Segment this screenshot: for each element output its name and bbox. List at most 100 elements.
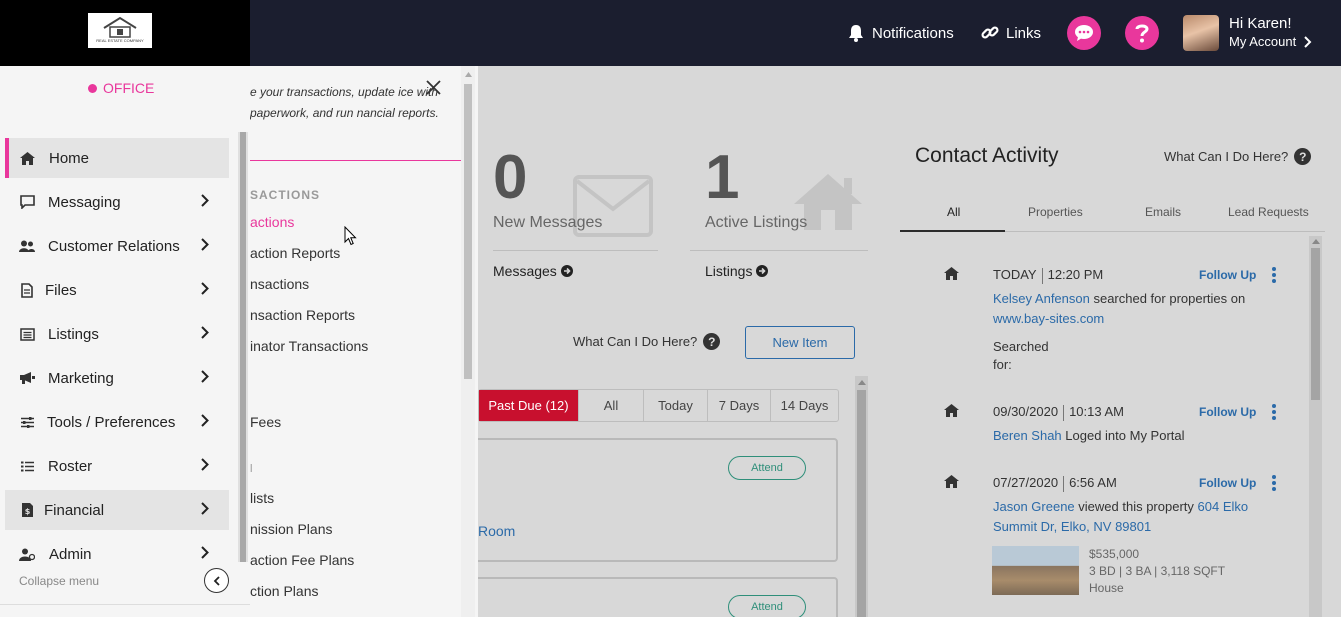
sidebar-item-tools-preferences[interactable]: Tools / Preferences [5, 402, 229, 442]
links-link[interactable]: Links [980, 23, 1041, 43]
logo-text: REAL ESTATE COMPANY [96, 38, 144, 43]
flyout-item-office-transaction-reports[interactable]: nsaction Reports [250, 307, 355, 323]
task-room-link[interactable]: Room [478, 523, 515, 539]
more-options-icon[interactable] [1270, 475, 1278, 493]
sidebar-item-home[interactable]: Home [5, 138, 229, 178]
company-logo[interactable]: REAL ESTATE COMPANY [88, 13, 152, 48]
chevron-right-icon [201, 502, 209, 515]
follow-up-link[interactable]: Follow Up [1199, 268, 1256, 282]
flyout-item-commission-plans[interactable]: nission Plans [250, 521, 333, 537]
question-circle-icon: ? [1294, 148, 1312, 165]
chevron-right-icon [1304, 36, 1312, 48]
sidebar-item-customer-relations[interactable]: Customer Relations [5, 226, 229, 266]
property-type: House [1089, 581, 1124, 595]
account-menu[interactable]: Hi Karen! My Account [1183, 0, 1312, 66]
bell-icon [849, 25, 863, 42]
user-avatar [1183, 15, 1219, 51]
chat-button[interactable] [1067, 16, 1101, 50]
messages-count: 0 [493, 143, 528, 212]
chevron-right-icon [201, 546, 209, 559]
contact-help-link[interactable]: What Can I Do Here? ? [1164, 148, 1312, 165]
scroll-up-arrow-icon[interactable] [465, 71, 472, 77]
filter-7-days[interactable]: 7 Days [707, 390, 770, 421]
follow-up-link[interactable]: Follow Up [1199, 405, 1256, 419]
scroll-up-arrow-icon[interactable] [858, 379, 866, 385]
flyout-item-deduction-plans[interactable]: ction Plans [250, 583, 318, 599]
tab-emails[interactable]: Emails [1145, 205, 1181, 219]
contact-name-link[interactable]: Kelsey Anfenson [993, 291, 1090, 306]
links-label: Links [1006, 24, 1042, 42]
chain-link-icon [981, 26, 999, 39]
account-text: Hi Karen! My Account [1229, 15, 1312, 51]
collapse-menu-button[interactable] [204, 568, 229, 593]
attend-button[interactable]: Attend [728, 456, 806, 480]
flyout-item-transaction-reports[interactable]: action Reports [250, 245, 340, 261]
chat-icon [19, 194, 35, 210]
chevron-right-icon [201, 194, 209, 207]
sidebar-item-listings[interactable]: Listings [5, 314, 229, 354]
sidebar-item-marketing[interactable]: Marketing [5, 358, 229, 398]
more-options-icon[interactable] [1270, 404, 1278, 422]
task-filter-bar: Past Due (12) All Today 7 Days 14 Days [478, 389, 839, 422]
admin-icon [19, 546, 35, 562]
sidebar-item-admin[interactable]: Admin [5, 534, 229, 574]
dollar-doc-icon: $ [19, 502, 35, 518]
sidebar-item-financial[interactable]: $ Financial [5, 490, 229, 530]
chevron-right-icon [201, 238, 209, 251]
new-item-button[interactable]: New Item [745, 326, 855, 359]
scroll-up-arrow-icon[interactable] [1312, 238, 1320, 244]
search-criteria: Searched for: [993, 339, 1049, 372]
flyout-scroll-thumb[interactable] [464, 84, 472, 379]
flyout-item-fees[interactable]: Fees [250, 414, 281, 430]
tasks-scroll-thumb[interactable] [857, 390, 866, 617]
more-options-icon[interactable] [1270, 267, 1278, 285]
flyout-item-transactions[interactable]: actions [250, 214, 294, 230]
active-tab-indicator [900, 230, 1005, 232]
property-address-link[interactable]: Summit Dr, Elko, NV 89801 [993, 519, 1151, 534]
tasks-help-label: What Can I Do Here? [573, 334, 698, 349]
home-icon [19, 150, 35, 166]
follow-up-link[interactable]: Follow Up [1199, 476, 1256, 490]
filter-all[interactable]: All [578, 390, 643, 421]
logo-area: REAL ESTATE COMPANY [0, 0, 250, 66]
flyout-item-office-transactions[interactable]: nsactions [250, 276, 309, 292]
messages-label: New Messages [493, 214, 603, 231]
tab-all[interactable]: All [947, 205, 960, 219]
flyout-item-coordinator-transactions[interactable]: inator Transactions [250, 338, 368, 354]
contact-name-link[interactable]: Beren Shah [993, 428, 1062, 443]
notifications-link[interactable]: Notifications [846, 23, 954, 43]
tasks-help-link[interactable]: What Can I Do Here? ? [573, 333, 721, 350]
flyout-item-transaction-fee-plans[interactable]: action Fee Plans [250, 552, 354, 568]
divider [690, 250, 868, 251]
sidebar-item-messaging[interactable]: Messaging [5, 182, 229, 222]
filter-14-days[interactable]: 14 Days [770, 390, 838, 421]
close-icon[interactable] [426, 80, 441, 95]
listings-link[interactable]: Listings [705, 263, 769, 279]
activity-scroll-thumb[interactable] [1311, 248, 1320, 400]
attend-button[interactable]: Attend [728, 595, 806, 617]
contact-name-link[interactable]: Jason Greene [993, 499, 1075, 514]
office-section-label: OFFICE [88, 80, 154, 96]
sidebar-item-files[interactable]: Files [5, 270, 229, 310]
activity-timestamp: 07/27/2020 6:56 AM [993, 475, 1117, 492]
flyout-divider [250, 160, 461, 161]
tab-properties[interactable]: Properties [1028, 205, 1083, 219]
chevron-right-icon [201, 414, 209, 427]
filter-past-due[interactable]: Past Due (12) [479, 390, 578, 421]
help-button[interactable] [1125, 16, 1159, 50]
roster-icon [19, 458, 35, 474]
svg-text:$: $ [24, 507, 30, 516]
list-icon [19, 326, 35, 342]
sidebar-item-roster[interactable]: Roster [5, 446, 229, 486]
filter-today[interactable]: Today [643, 390, 707, 421]
flyout-item-checklists[interactable]: lists [250, 490, 274, 506]
property-photo[interactable] [992, 546, 1079, 595]
status-dot [88, 83, 97, 93]
sidebar-scroll-thumb[interactable] [240, 132, 246, 562]
account-label: My Account [1229, 34, 1297, 49]
activity-timestamp: 09/30/2020 10:13 AM [993, 404, 1125, 421]
tab-lead-requests[interactable]: Lead Requests [1228, 205, 1309, 219]
website-link[interactable]: www.bay-sites.com [993, 311, 1104, 326]
property-link[interactable]: 604 Elko [1198, 499, 1249, 514]
messages-link[interactable]: Messages [493, 263, 573, 279]
